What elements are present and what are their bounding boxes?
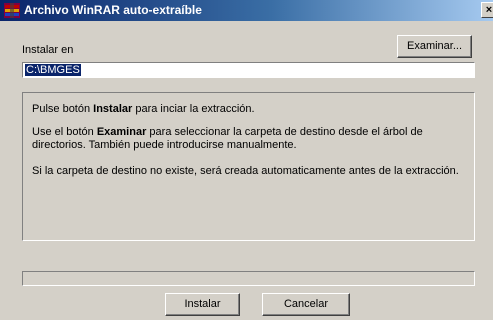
install-button[interactable]: Instalar [165,293,240,316]
destination-path-value: C:\BMGES [25,64,81,76]
cancel-button[interactable]: Cancelar [262,293,350,316]
close-button[interactable]: × [481,2,493,18]
instruction-install: Pulse botón Instalar para inciar la extr… [32,103,255,115]
winrar-icon [4,3,20,18]
extraction-progress-bar [22,271,475,286]
destination-path-input[interactable]: C:\BMGES [22,62,475,78]
window-title: Archivo WinRAR auto-extraíble [24,3,202,17]
browse-button[interactable]: Examinar... [397,35,472,58]
instruction-create-folder: Si la carpeta de destino no existe, será… [32,165,459,177]
instruction-browse: Use el botón Examinar para seleccionar l… [32,126,423,151]
install-location-label: Instalar en [22,44,74,56]
title-bar: Archivo WinRAR auto-extraíble × [0,0,493,21]
instructions-panel: Pulse botón Instalar para inciar la extr… [22,92,475,241]
